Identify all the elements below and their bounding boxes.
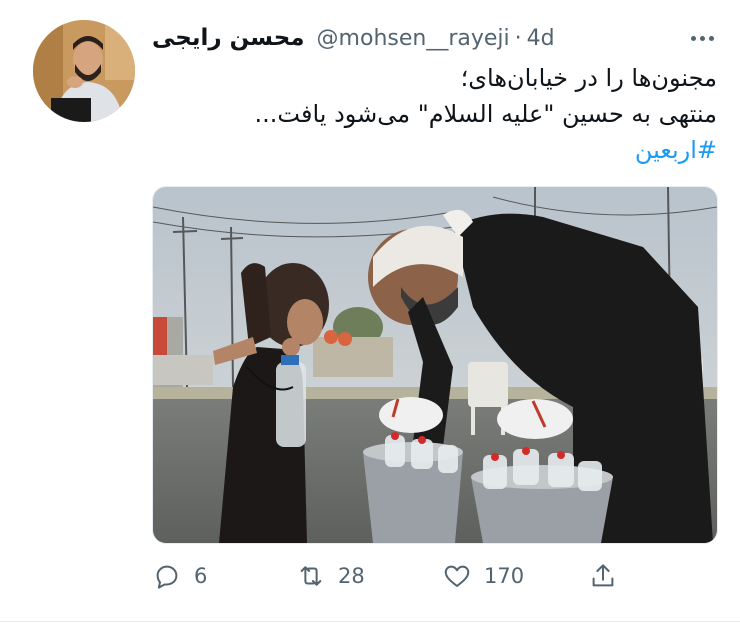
like-count: 170	[484, 564, 525, 588]
reply-button[interactable]: 6	[152, 558, 207, 594]
tweet-text: مجنون‌ها را در خیابان‌های؛ منتهی به حسین…	[150, 60, 717, 168]
retweet-icon	[300, 566, 322, 586]
share-icon	[592, 564, 614, 587]
separator-dot: ·	[514, 25, 522, 51]
avatar-image	[33, 20, 135, 122]
photo-image	[153, 187, 717, 543]
more-icon[interactable]	[689, 28, 717, 48]
share-button[interactable]	[588, 558, 618, 594]
tweet-actions: 6 28 170	[0, 558, 740, 598]
timestamp[interactable]: 4d	[527, 26, 555, 51]
retweet-count: 28	[338, 564, 365, 588]
retweet-button[interactable]: 28	[296, 558, 365, 594]
reply-count: 6	[194, 564, 208, 588]
tweet-header: محسن رایجی @mohsen__rayeji · 4d	[152, 22, 717, 54]
reply-icon	[156, 565, 178, 589]
like-button[interactable]: 170	[442, 558, 524, 594]
author-handle[interactable]: @mohsen__rayeji	[317, 26, 510, 51]
hashtag-link[interactable]: #اربعین	[150, 132, 717, 168]
tweet-text-line: مجنون‌ها را در خیابان‌های؛	[460, 64, 717, 92]
tweet-text-line: منتهی به حسین "علیه السلام" می‌شود یافت.…	[254, 100, 717, 128]
tweet-photo[interactable]	[152, 186, 718, 544]
divider	[0, 621, 740, 622]
heart-icon	[444, 565, 470, 587]
avatar[interactable]	[33, 20, 135, 122]
author-name[interactable]: محسن رایجی	[152, 25, 305, 51]
